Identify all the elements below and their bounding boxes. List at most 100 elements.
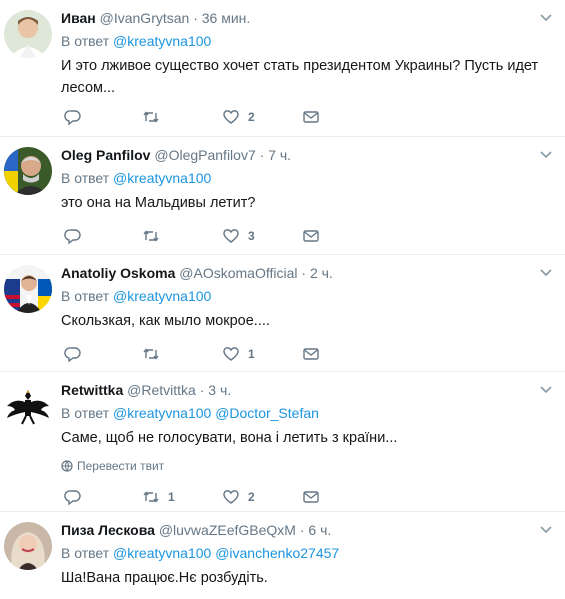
tweet-header: Иван @IvanGrytsan · 36 мин. <box>61 8 525 28</box>
reply-prefix: В ответ <box>61 170 110 186</box>
mention-link[interactable]: @kreatyvna100 <box>113 405 211 421</box>
envelope-icon <box>303 348 319 360</box>
tweet-text: Саме, щоб не голосувати, вона і летить з… <box>61 430 398 446</box>
retweet-icon <box>143 491 159 503</box>
tweet-text: Ша!Вана працює.Нє розбудіть. <box>61 570 268 586</box>
tweet-actions: 1 <box>64 344 364 364</box>
avatar[interactable] <box>4 382 52 430</box>
author-handle[interactable]: @OlegPanfilov7 <box>154 147 255 163</box>
author-name[interactable]: Иван <box>61 10 96 26</box>
reply-button[interactable] <box>64 344 82 364</box>
like-count: 3 <box>248 229 255 243</box>
author-handle[interactable]: @AOskomaOfficial <box>179 265 297 281</box>
retweet-button[interactable] <box>142 226 168 246</box>
like-count: 2 <box>248 110 255 124</box>
like-button[interactable]: 2 <box>222 487 255 507</box>
mention-link[interactable]: @kreatyvna100 <box>113 33 211 49</box>
separator-dot: · <box>199 382 205 398</box>
author-name[interactable]: Пиза Лескова <box>61 522 155 538</box>
chevron-down-icon[interactable] <box>539 522 553 536</box>
author-handle[interactable]: @luvwaZEefGBeQxM <box>159 522 296 538</box>
retweet-button[interactable] <box>142 344 168 364</box>
reply-prefix: В ответ <box>61 288 110 304</box>
reply-context: В ответ @kreatyvna100 <box>61 31 211 51</box>
reply-context: В ответ @kreatyvna100 <box>61 168 211 188</box>
avatar[interactable] <box>4 10 52 58</box>
chevron-down-icon[interactable] <box>539 265 553 279</box>
reply-context: В ответ @kreatyvna100 @ivanchenko27457 <box>61 543 339 563</box>
timestamp[interactable]: 6 ч. <box>308 522 331 538</box>
tweet-card[interactable]: Пиза Лескова @luvwaZEefGBeQxM · 6 ч. В о… <box>0 512 565 599</box>
timestamp[interactable]: 2 ч. <box>310 265 333 281</box>
mention-link[interactable]: @Doctor_Stefan <box>215 405 319 421</box>
reply-icon <box>64 110 81 126</box>
timestamp[interactable]: 3 ч. <box>208 382 231 398</box>
tweet-actions: 3 <box>64 226 364 246</box>
author-name[interactable]: Retwittka <box>61 382 123 398</box>
tweet-actions: 1 2 <box>64 487 364 507</box>
direct-message-button[interactable] <box>302 226 320 246</box>
tweet-header: Пиза Лескова @luvwaZEefGBeQxM · 6 ч. <box>61 520 525 540</box>
author-name[interactable]: Oleg Panfilov <box>61 147 150 163</box>
like-button[interactable]: 1 <box>222 344 255 364</box>
chevron-down-icon[interactable] <box>539 10 553 24</box>
like-count: 2 <box>248 490 255 504</box>
separator-dot: · <box>259 147 265 163</box>
reply-icon <box>64 229 81 245</box>
direct-message-button[interactable] <box>302 107 320 127</box>
translate-link[interactable]: Перевести твит <box>61 458 164 474</box>
tweet-card[interactable]: Иван @IvanGrytsan · 36 мин. В ответ @kre… <box>0 0 565 137</box>
author-handle[interactable]: @Retvittka <box>127 382 196 398</box>
like-count: 1 <box>248 347 255 361</box>
reply-prefix: В ответ <box>61 33 110 49</box>
envelope-icon <box>303 111 319 123</box>
tweet-text: И это лживое существо хочет стать презид… <box>61 58 539 96</box>
mention-link[interactable]: @kreatyvna100 <box>113 170 211 186</box>
chevron-down-icon[interactable] <box>539 382 553 396</box>
reply-prefix: В ответ <box>61 405 110 421</box>
tweet-text: это она на Мальдивы летит? <box>61 195 256 211</box>
translate-label: Перевести твит <box>77 459 165 473</box>
tweet-actions: 2 <box>64 107 364 127</box>
separator-dot: · <box>193 10 198 26</box>
chevron-down-icon[interactable] <box>539 147 553 161</box>
tweet-header: Anatoliy Oskoma @AOskomaOfficial · 2 ч. <box>61 263 525 283</box>
globe-icon <box>61 460 73 472</box>
direct-message-button[interactable] <box>302 344 320 364</box>
reply-button[interactable] <box>64 107 82 127</box>
retweet-count: 1 <box>168 490 175 504</box>
avatar[interactable] <box>4 147 52 195</box>
reply-context: В ответ @kreatyvna100 @Doctor_Stefan <box>61 403 319 423</box>
author-handle[interactable]: @IvanGrytsan <box>100 10 190 26</box>
envelope-icon <box>303 230 319 242</box>
reply-context: В ответ @kreatyvna100 <box>61 286 211 306</box>
avatar[interactable] <box>4 265 52 313</box>
mention-link[interactable]: @ivanchenko27457 <box>215 545 339 561</box>
like-button[interactable]: 2 <box>222 107 255 127</box>
envelope-icon <box>303 491 319 503</box>
timestamp[interactable]: 7 ч. <box>268 147 291 163</box>
tweet-card[interactable]: Anatoliy Oskoma @AOskomaOfficial · 2 ч. … <box>0 255 565 372</box>
mention-link[interactable]: @kreatyvna100 <box>113 545 211 561</box>
direct-message-button[interactable] <box>302 487 320 507</box>
like-button[interactable]: 3 <box>222 226 255 246</box>
retweet-icon <box>143 111 159 123</box>
avatar[interactable] <box>4 522 52 570</box>
mention-link[interactable]: @kreatyvna100 <box>113 288 211 304</box>
heart-icon <box>223 490 239 504</box>
heart-icon <box>223 229 239 243</box>
tweet-card[interactable]: Retwittka @Retvittka · 3 ч. В ответ @kre… <box>0 372 565 512</box>
retweet-button[interactable]: 1 <box>142 487 175 507</box>
reply-prefix: В ответ <box>61 545 110 561</box>
retweet-button[interactable] <box>142 107 168 127</box>
timestamp[interactable]: 36 мин. <box>202 10 251 26</box>
tweet-card[interactable]: Oleg Panfilov @OlegPanfilov7 · 7 ч. В от… <box>0 137 565 255</box>
author-name[interactable]: Anatoliy Oskoma <box>61 265 175 281</box>
reply-button[interactable] <box>64 226 82 246</box>
reply-button[interactable] <box>64 487 82 507</box>
heart-icon <box>223 110 239 124</box>
separator-dot: · <box>301 265 307 281</box>
retweet-icon <box>143 230 159 242</box>
reply-icon <box>64 347 81 363</box>
separator-dot: · <box>299 522 305 538</box>
